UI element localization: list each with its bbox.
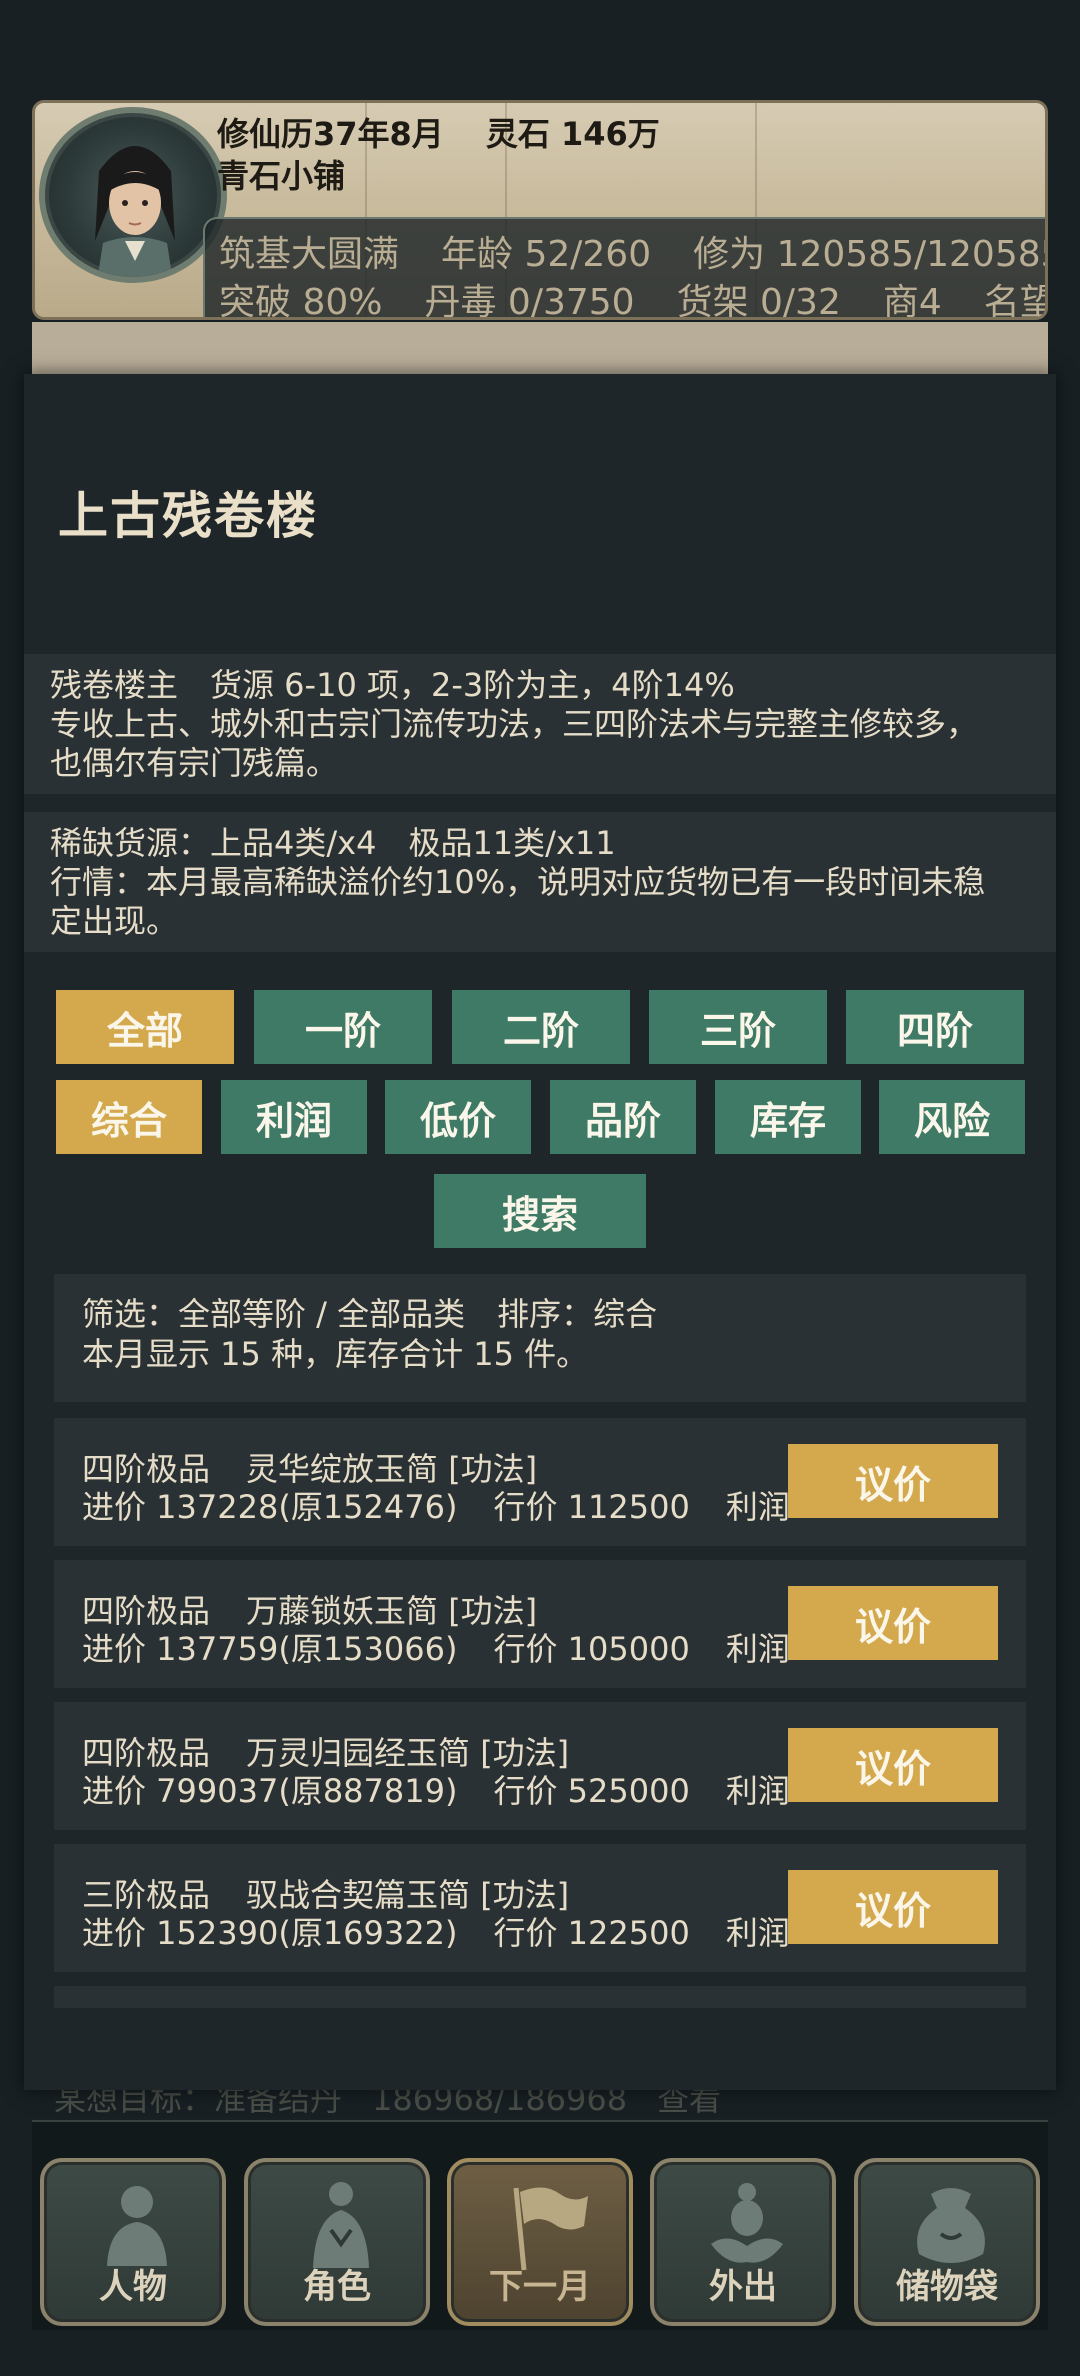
nav-person[interactable]: 人物: [40, 2158, 226, 2326]
haggle-button[interactable]: 议价: [788, 1586, 998, 1660]
sort-overall[interactable]: 综合: [56, 1080, 202, 1154]
goods-market-price: 行价 122500: [493, 1914, 690, 1952]
shop-name: 青石小铺: [217, 157, 346, 195]
sort-profit[interactable]: 利润: [221, 1080, 367, 1154]
bottom-nav: 人物 角色 下一月 外出 储物袋: [32, 2120, 1048, 2330]
haggle-button[interactable]: 议价: [788, 1870, 998, 1944]
tab-tier-2[interactable]: 二阶: [452, 990, 630, 1064]
breakthrough-stat: 突破 80%: [219, 282, 383, 320]
tab-all-tiers[interactable]: 全部: [56, 990, 234, 1064]
pill-toxin-stat: 丹毒 0/3750: [424, 282, 635, 320]
goods-market-price: 行价 112500: [493, 1488, 690, 1526]
goods-profit: 利润: [725, 1914, 790, 1952]
sort-stock[interactable]: 库存: [715, 1080, 861, 1154]
calendar-and-wealth: 修仙历37年8月 灵石 146万: [217, 109, 660, 155]
shop-owner-info: 残卷楼主 货源 6-10 项，2-3阶为主，4阶14% 专收上古、城外和古宗门流…: [24, 654, 1056, 794]
info-line: 定出现。: [50, 902, 179, 940]
goods-row: 四阶极品 灵华绽放玉简 [功法] 进价 137228(原152476) 行价 112…: [54, 1418, 1026, 1546]
haggle-button[interactable]: 议价: [788, 1444, 998, 1518]
age-stat: 年龄 52/260: [441, 234, 652, 275]
shop-panel: 上古残卷楼 残卷楼主 货源 6-10 项，2-3阶为主，4阶14% 专收上古、城…: [24, 374, 1056, 2090]
goods-cost: 进价 137228(原152476): [82, 1488, 458, 1526]
nav-storage-bag[interactable]: 储物袋: [854, 2158, 1040, 2326]
tab-tier-3[interactable]: 三阶: [649, 990, 827, 1064]
sort-risk[interactable]: 风险: [879, 1080, 1025, 1154]
search-button[interactable]: 搜索: [434, 1174, 646, 1248]
calendar-date: 修仙历37年8月: [217, 115, 444, 153]
nav-label: 外出: [709, 2267, 777, 2307]
goods-profit: 利润: [725, 1772, 790, 1810]
status-banner: 修仙历37年8月 灵石 146万 青石小铺 筑基大圆满 年龄 52/260 修为 12…: [32, 100, 1048, 320]
info-line: 行情：本月最高稀缺溢价约10%，说明对应货物已有一段时间未稳: [50, 863, 986, 901]
avatar[interactable]: [39, 107, 227, 283]
goods-market-price: 行价 525000: [493, 1772, 690, 1810]
merchant-level-stat: 商4: [882, 282, 942, 320]
goods-row: 三阶极品 驭战合契篇玉简 [功法] 进价 152390(原169322) 行价 12…: [54, 1844, 1026, 1972]
nav-label: 角色: [303, 2267, 371, 2307]
goods-cost: 进价 152390(原169322): [82, 1914, 458, 1952]
spirit-stone-count: 灵石 146万: [485, 115, 660, 153]
nav-label: 下一月: [489, 2267, 591, 2307]
cultivation-stat: 修为 120585/120585: [693, 234, 1048, 275]
filter-line: 本月显示 15 种，库存合计 15 件。: [82, 1335, 589, 1373]
cultivator-portrait-icon: [95, 146, 175, 277]
sort-low-price[interactable]: 低价: [385, 1080, 531, 1154]
market-info: 稀缺货源：上品4类/x4 极品11类/x11 行情：本月最高稀缺溢价约10%，说…: [24, 812, 1056, 952]
nav-next-month[interactable]: 下一月: [447, 2158, 633, 2326]
info-line: 残卷楼主 货源 6-10 项，2-3阶为主，4阶14%: [50, 666, 735, 704]
tab-tier-4[interactable]: 四阶: [846, 990, 1024, 1064]
filter-line: 筛选：全部等阶 / 全部品类 排序：综合: [82, 1295, 658, 1333]
info-line: 稀缺货源：上品4类/x4 极品11类/x11: [50, 824, 616, 862]
goods-cost: 进价 799037(原887819): [82, 1772, 458, 1810]
filter-summary: 筛选：全部等阶 / 全部品类 排序：综合 本月显示 15 种，库存合计 15 件…: [54, 1274, 1026, 1402]
nav-outing[interactable]: 外出: [650, 2158, 836, 2326]
shelf-stat: 货架 0/32: [676, 282, 841, 320]
nav-label: 人物: [99, 2267, 167, 2307]
goods-cost: 进价 137759(原153066): [82, 1630, 458, 1668]
goods-profit: 利润: [725, 1630, 790, 1668]
obscured-notice-strip: [32, 322, 1048, 376]
haggle-button[interactable]: 议价: [788, 1728, 998, 1802]
character-stats: 筑基大圆满 年龄 52/260 修为 120585/120585 突破 80% 丹毒 …: [203, 217, 1048, 320]
goods-row: 四阶极品 万灵归园经玉简 [功法] 进价 799037(原887819) 行价 52…: [54, 1702, 1026, 1830]
goods-row-partial: [54, 1986, 1026, 2008]
reputation-stat: 名望: [983, 282, 1045, 320]
goods-row: 四阶极品 万藤锁妖玉简 [功法] 进价 137759(原153066) 行价 105…: [54, 1560, 1026, 1688]
goods-market-price: 行价 105000: [493, 1630, 690, 1668]
panel-title: 上古残卷楼: [58, 487, 318, 545]
realm-stat: 筑基大圆满: [219, 234, 400, 275]
nav-label: 储物袋: [896, 2267, 998, 2307]
tab-tier-1[interactable]: 一阶: [254, 990, 432, 1064]
goods-profit: 利润: [725, 1488, 790, 1526]
nav-role[interactable]: 角色: [244, 2158, 430, 2326]
sort-grade[interactable]: 品阶: [550, 1080, 696, 1154]
info-line: 也偶尔有宗门残篇。: [50, 744, 339, 782]
info-line: 专收上古、城外和古宗门流传功法，三四阶法术与完整主修较多，: [50, 705, 979, 743]
